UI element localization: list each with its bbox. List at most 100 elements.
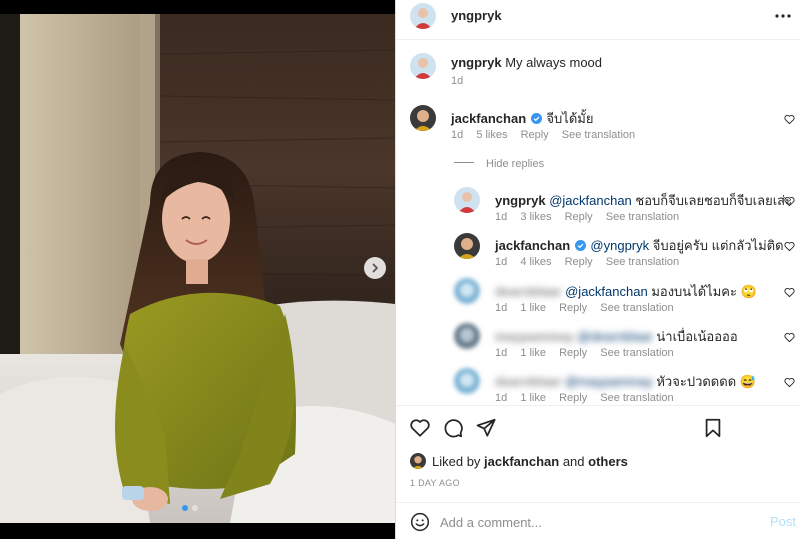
caption-text: My always mood — [505, 55, 603, 70]
heart-icon[interactable] — [409, 417, 431, 439]
reply-text: มองบนได้ไมคะ 🙄 — [651, 284, 757, 299]
liked-by-others[interactable]: others — [588, 454, 628, 469]
photo-letterbox-bottom — [0, 523, 395, 539]
comments-list[interactable]: yngpryk My always mood 1d jackfanchan จี… — [396, 41, 800, 405]
reply-meta: 1d 4 likes Reply See translation — [495, 256, 689, 268]
caption-time: 1d — [451, 75, 464, 87]
reply-avatar-blurred[interactable] — [454, 278, 480, 304]
reply-mention-blurred[interactable]: @maypammay — [565, 374, 653, 389]
post-actions: Liked by jackfanchan and others 1 DAY AG… — [396, 405, 800, 539]
comment-username[interactable]: jackfanchan — [451, 111, 526, 126]
reply-meta: 1d 1 like Reply See translation — [495, 392, 684, 404]
carousel-dot-active — [182, 505, 188, 511]
post-photo — [0, 14, 395, 523]
reply-likes[interactable]: 3 likes — [520, 211, 551, 223]
reply-likes[interactable]: 4 likes — [520, 256, 551, 268]
see-translation-button[interactable]: See translation — [600, 347, 673, 359]
post-comment-button[interactable]: Post — [770, 514, 796, 529]
carousel-dot — [192, 505, 198, 511]
reply-avatar-blurred[interactable] — [454, 323, 480, 349]
liked-by-user[interactable]: jackfanchan — [484, 454, 559, 469]
comment-input[interactable] — [440, 512, 750, 532]
see-translation-button[interactable]: See translation — [600, 302, 673, 314]
reply-username[interactable]: yngpryk — [495, 193, 546, 208]
verified-badge-icon — [530, 113, 542, 124]
reply-meta: 1d 1 like Reply See translation — [495, 347, 684, 359]
post-side-panel: yngpryk yngpryk My always mood 1d jackfa… — [395, 0, 800, 539]
add-comment-bar: Post — [396, 502, 800, 539]
reply-like-heart-icon[interactable] — [784, 287, 795, 298]
reply-mention-blurred[interactable]: @dearnblaar — [577, 329, 652, 344]
avatar-image — [454, 323, 480, 349]
liked-by-prefix: Liked by — [432, 453, 481, 469]
reply-username-blurred[interactable]: dearnblaar — [495, 284, 561, 299]
reply: maypammay @dearnblaar น่าเบื่อเน้ออออ — [495, 326, 738, 347]
reply-like-heart-icon[interactable] — [784, 241, 795, 252]
next-photo-button[interactable] — [364, 257, 386, 279]
reply-avatar-blurred[interactable] — [454, 368, 480, 394]
post-time-ago[interactable]: 1 DAY AGO — [410, 478, 460, 488]
reply-username-blurred[interactable]: maypammay — [495, 329, 574, 344]
reply-meta: 1d 1 like Reply See translation — [495, 302, 684, 314]
see-translation-button[interactable]: See translation — [562, 129, 635, 141]
reply-like-heart-icon[interactable] — [784, 196, 795, 207]
owner-username[interactable]: yngpryk — [451, 8, 502, 23]
reply-mention[interactable]: @yngpryk — [590, 238, 649, 253]
avatar-image — [454, 368, 480, 394]
reply-button[interactable]: Reply — [521, 129, 549, 141]
reply-time: 1d — [495, 392, 508, 404]
comment-time: 1d — [451, 129, 464, 141]
reply-button[interactable]: Reply — [559, 392, 587, 404]
avatar-image — [410, 53, 436, 79]
reply-button[interactable]: Reply — [565, 256, 593, 268]
liked-by-avatar[interactable] — [410, 453, 426, 469]
reply-button[interactable]: Reply — [559, 302, 587, 314]
comment-bubble-icon[interactable] — [442, 417, 464, 439]
avatar-image — [454, 233, 480, 259]
bookmark-icon[interactable] — [702, 417, 724, 439]
see-translation-button[interactable]: See translation — [600, 392, 673, 404]
reply-avatar[interactable] — [454, 233, 480, 259]
reply-meta: 1d 3 likes Reply See translation — [495, 211, 689, 223]
paper-plane-icon[interactable] — [475, 417, 497, 439]
liked-by: Liked by jackfanchan and others — [410, 453, 628, 469]
owner-avatar[interactable] — [410, 3, 436, 29]
carousel-dots — [182, 505, 198, 511]
reply-likes[interactable]: 1 like — [520, 347, 546, 359]
post-header: yngpryk — [396, 0, 800, 40]
comment-avatar[interactable] — [410, 105, 436, 131]
reply-likes[interactable]: 1 like — [520, 392, 546, 404]
verified-badge-icon — [574, 240, 586, 251]
caption-username[interactable]: yngpryk — [451, 55, 502, 70]
reply-text: หัวจะปวดดดด 😅 — [656, 374, 756, 389]
reply-time: 1d — [495, 256, 508, 268]
instagram-post-modal: yngpryk yngpryk My always mood 1d jackfa… — [0, 0, 800, 539]
reply-button[interactable]: Reply — [559, 347, 587, 359]
reply-text: ชอบก็จีบเลยชอบก็จีบเลยเส่ะ — [635, 193, 793, 208]
emoji-icon[interactable] — [410, 512, 430, 532]
avatar-image — [410, 453, 426, 469]
reply-like-heart-icon[interactable] — [784, 377, 795, 388]
comment-likes[interactable]: 5 likes — [476, 129, 507, 141]
reply-avatar[interactable] — [454, 187, 480, 213]
reply-mention[interactable]: @jackfanchan — [565, 284, 648, 299]
comment-like-heart-icon[interactable] — [784, 114, 795, 125]
comment-meta: 1d 5 likes Reply See translation — [451, 129, 645, 141]
reply-text: จีบอยู่ครับ แต่กลัวไม่ติด — [652, 238, 784, 253]
reply-username-blurred[interactable]: dearnblaar — [495, 374, 561, 389]
hide-replies-button[interactable]: Hide replies — [486, 158, 544, 170]
post-photo-panel — [0, 0, 395, 539]
reply: dearnblaar @maypammay หัวจะปวดดดด 😅 — [495, 371, 756, 392]
reply-username[interactable]: jackfanchan — [495, 238, 570, 253]
see-translation-button[interactable]: See translation — [606, 211, 679, 223]
more-horizontal-icon[interactable] — [774, 7, 792, 25]
reply-likes[interactable]: 1 like — [520, 302, 546, 314]
see-translation-button[interactable]: See translation — [606, 256, 679, 268]
avatar-image — [454, 278, 480, 304]
photo-letterbox-top — [0, 0, 395, 14]
reply-time: 1d — [495, 302, 508, 314]
reply-mention[interactable]: @jackfanchan — [549, 193, 632, 208]
reply-button[interactable]: Reply — [565, 211, 593, 223]
caption-avatar[interactable] — [410, 53, 436, 79]
reply-like-heart-icon[interactable] — [784, 332, 795, 343]
